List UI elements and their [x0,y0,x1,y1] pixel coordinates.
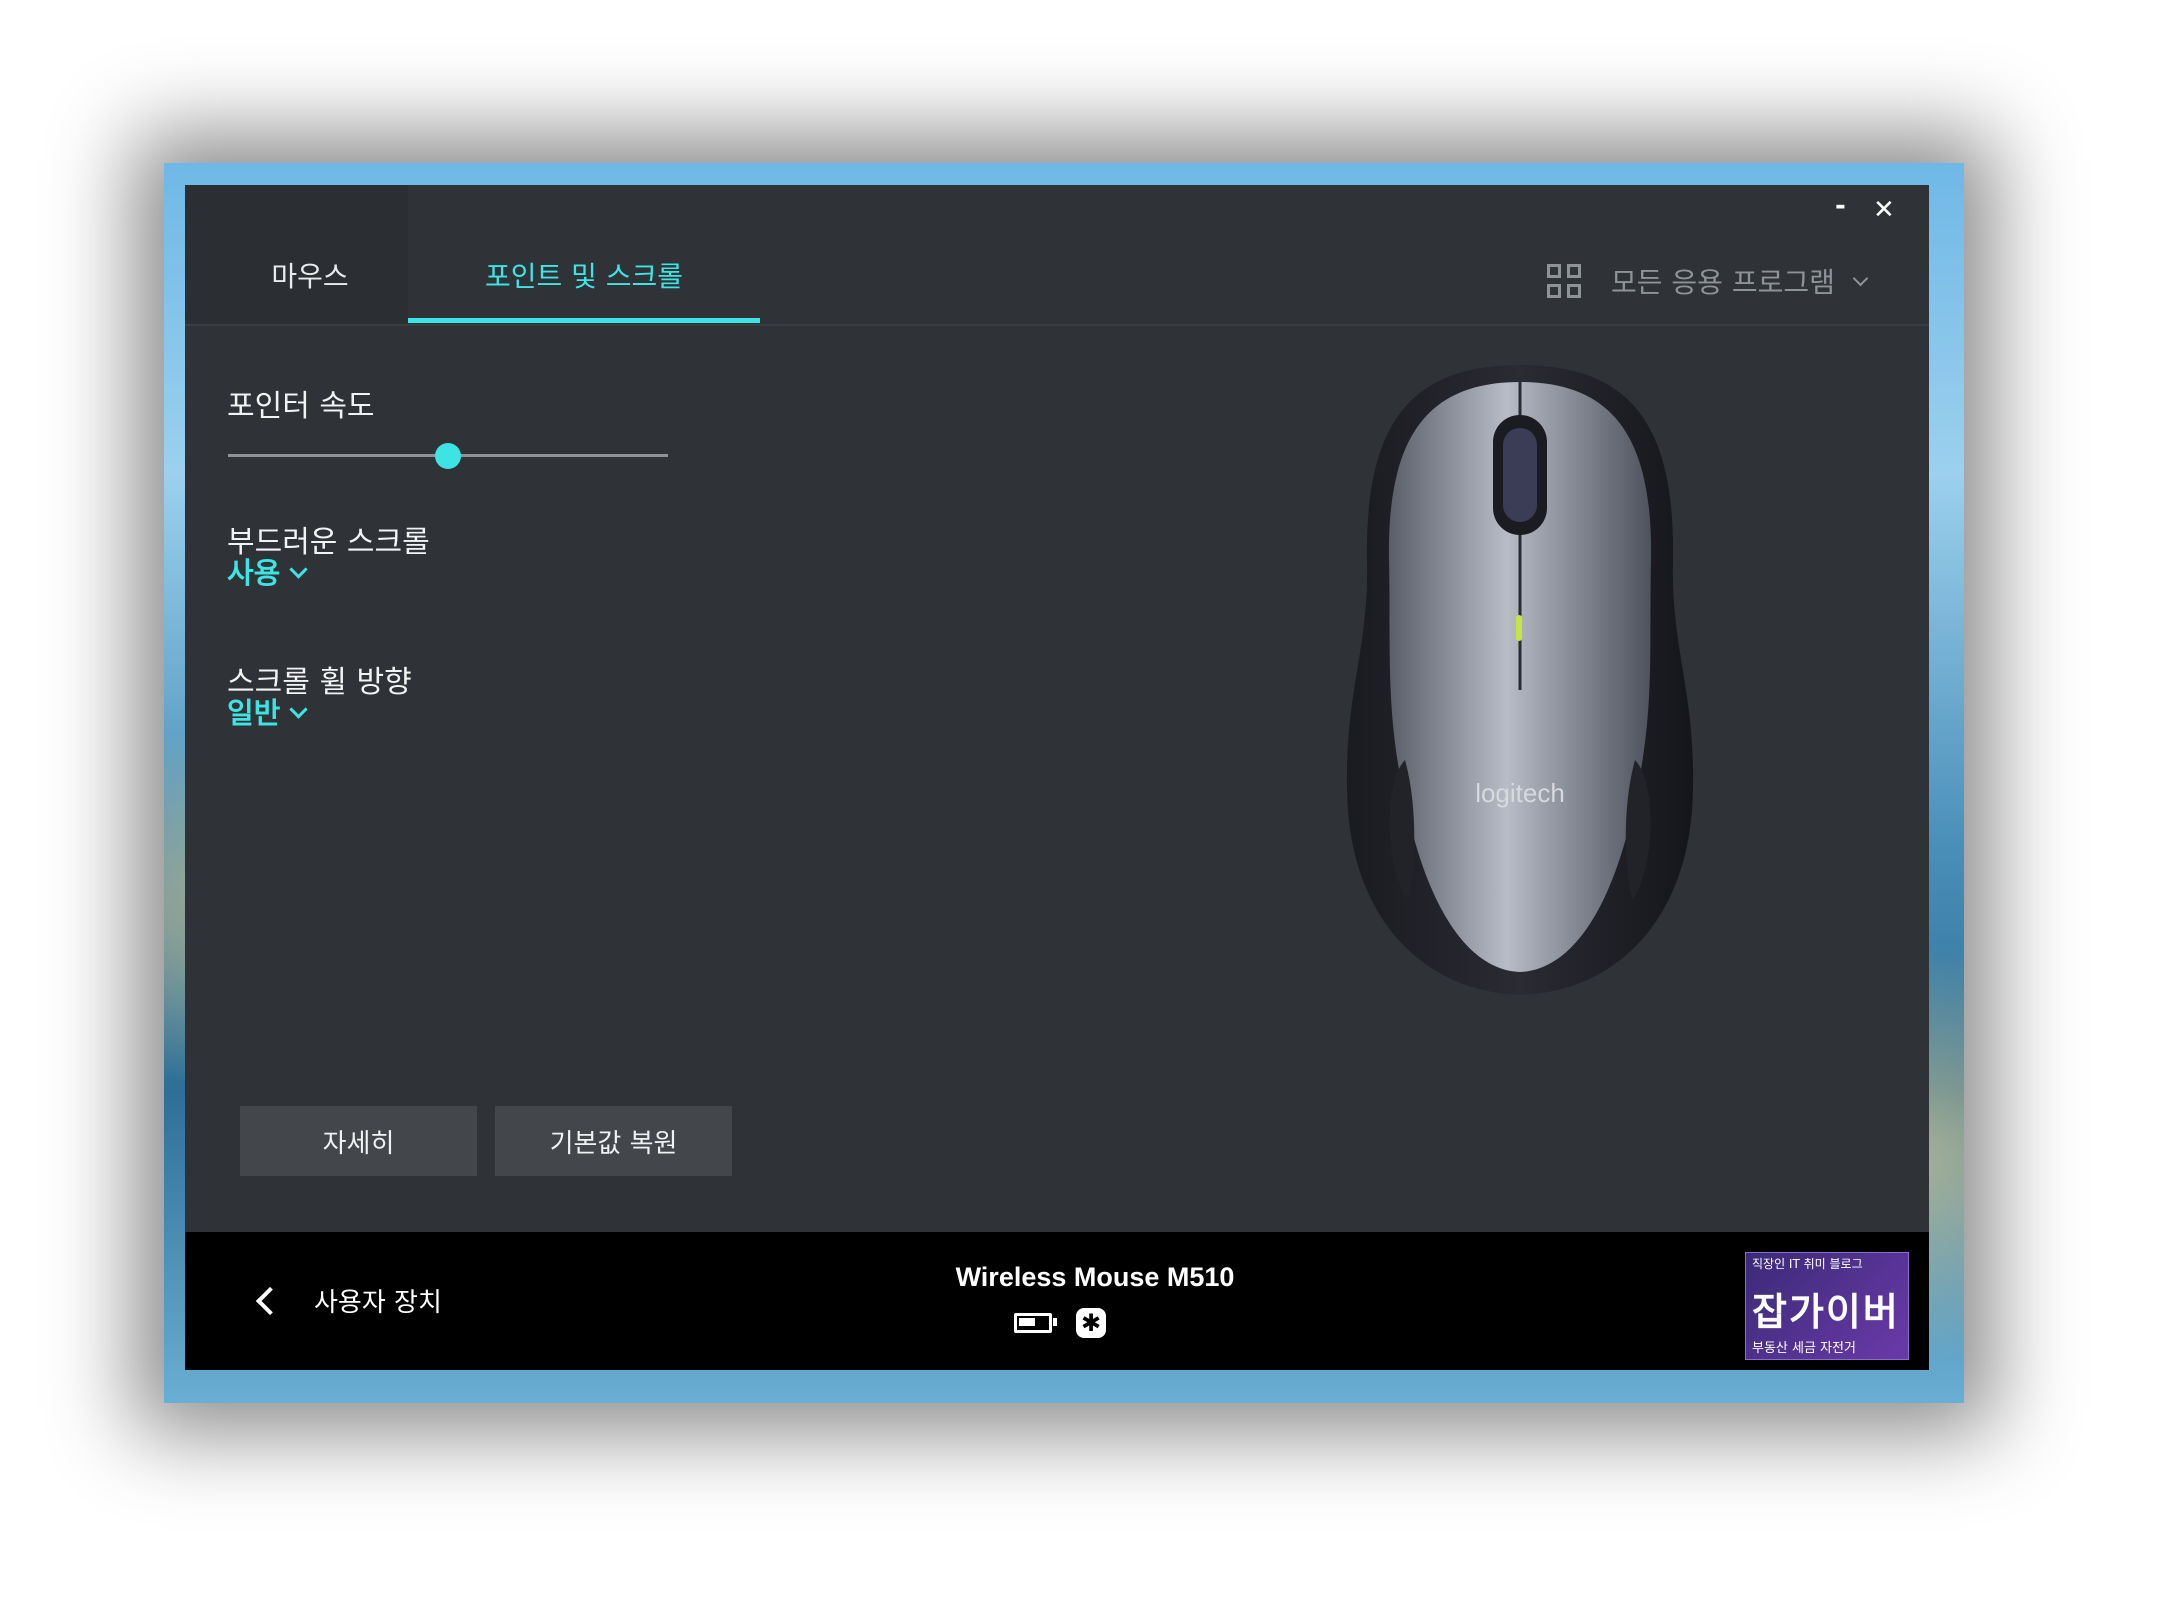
close-button[interactable]: ✕ [1873,197,1895,223]
tab-mouse[interactable]: 마우스 [235,255,385,331]
details-button[interactable]: 자세히 [240,1106,477,1176]
smooth-scroll-dropdown[interactable]: 사용 [227,550,309,592]
footer-bar: 사용자 장치 Wireless Mouse M510 ✱ 직장인 IT 취미 블… [185,1232,1929,1370]
mouse-illustration: logitech [1346,365,1694,995]
watermark-title: 잡가이버 [1752,1290,1900,1334]
scroll-direction-dropdown[interactable]: 일반 [227,690,309,732]
pointer-speed-label: 포인터 속도 [227,389,375,424]
minimize-button[interactable]: - [1835,193,1846,219]
tab-label: 포인트 및 스크롤 [484,260,684,293]
application-selector-label: 모든 응용 프로그램 [1611,266,1835,299]
device-name: Wireless Mouse M510 [955,1262,1235,1292]
logitech-options-window: - ✕ 마우스 포인트 및 스크롤 모든 응용 프로그램 포인터 속도 부드러운… [185,185,1929,1370]
back-label: 사용자 장치 [314,1288,442,1318]
watermark-top-text: 직장인 IT 취미 블로그 [1752,1257,1863,1271]
battery-icon [1014,1313,1057,1333]
smooth-scroll-value: 사용 [227,556,281,590]
tab-label: 마우스 [271,260,349,293]
tab-divider [185,324,1929,326]
watermark-bottom-text: 부동산 세금 자전거 [1752,1341,1856,1356]
active-tab-indicator [408,318,760,323]
mouse-brand-text: logitech [1475,778,1565,808]
chevron-left-icon [255,1286,285,1315]
pointer-speed-thumb[interactable] [435,443,461,469]
scroll-direction-value: 일반 [227,696,281,730]
restore-defaults-button[interactable]: 기본값 복원 [495,1106,732,1176]
chevron-down-icon [289,559,309,579]
unifying-receiver-icon: ✱ [1076,1308,1106,1338]
back-to-devices-button[interactable]: 사용자 장치 [255,1282,442,1319]
device-status: ✱ [1014,1308,1106,1338]
application-selector[interactable]: 모든 응용 프로그램 [1547,261,1869,301]
blog-watermark-logo: 직장인 IT 취미 블로그 잡가이버 부동산 세금 자전거 [1745,1252,1909,1360]
chevron-down-icon [1852,270,1869,286]
chevron-down-icon [289,699,309,719]
grid-icon [1547,264,1581,298]
mouse-image: logitech [1345,360,1695,1000]
